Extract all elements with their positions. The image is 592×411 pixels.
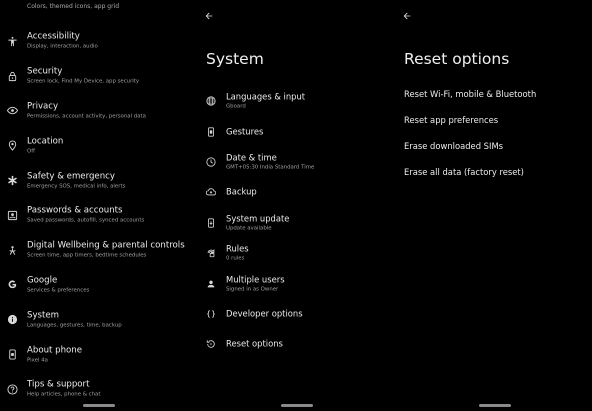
system-item-multiple-users[interactable]: Multiple users Signed in as Owner [198, 268, 395, 298]
system-item-subtitle: Signed in as Owner [226, 286, 279, 293]
system-item-subtitle: 0 rules [226, 255, 245, 262]
settings-item-title: Digital Wellbeing & parental controls [27, 240, 185, 251]
gesture-nav-bar[interactable] [82, 404, 115, 407]
settings-item-system[interactable]: System Languages, gestures, time, backup [0, 302, 197, 337]
settings-item-location[interactable]: Location Off [0, 128, 197, 163]
settings-item-subtitle: Off [27, 148, 35, 155]
settings-item-title: Privacy [27, 101, 59, 112]
reset-app-preferences[interactable]: Reset app preferences [404, 107, 589, 133]
settings-panel: Colors, themed icons, app grid Accessibi… [0, 0, 197, 411]
back-arrow-icon[interactable] [203, 10, 215, 22]
system-item-title: Multiple users [226, 274, 285, 285]
settings-item-subtitle: Permissions, account activity, personal … [27, 113, 146, 120]
settings-item-about-phone[interactable]: About phone Pixel 4a [0, 337, 197, 372]
account-box-icon [5, 208, 19, 222]
settings-item-digital-wellbeing[interactable]: Digital Wellbeing & parental controls Sc… [0, 233, 197, 268]
system-list: Languages & input Gboard Gestures Date &… [198, 86, 395, 360]
settings-list: Accessibility Display, interaction, audi… [0, 24, 197, 407]
location-pin-icon [5, 139, 19, 153]
settings-item-subtitle: Display, interaction, audio [27, 43, 98, 50]
system-item-title: Gestures [226, 126, 264, 137]
reset-wifi-mobile-bluetooth[interactable]: Reset Wi-Fi, mobile & Bluetooth [404, 81, 589, 107]
reset-options-panel: Reset options Reset Wi-Fi, mobile & Blue… [396, 0, 592, 411]
settings-item-title: About phone [27, 345, 83, 356]
settings-item-title: Safety & emergency [27, 171, 115, 182]
system-item-subtitle: GMT+05:30 India Standard Time [226, 164, 315, 171]
system-item-title: Rules [226, 243, 249, 254]
wallpaper-style-subtitle: Colors, themed icons, app grid [27, 3, 120, 10]
system-item-languages-input[interactable]: Languages & input Gboard [198, 86, 395, 116]
phone-icon [5, 348, 19, 362]
page-title: Reset options [404, 50, 510, 68]
system-item-rules[interactable]: Rules 0 rules [198, 238, 395, 268]
system-item-title: Developer options [226, 308, 303, 319]
lock-icon [5, 69, 19, 83]
system-item-title: Date & time [226, 152, 277, 163]
settings-item-title: System [27, 310, 60, 321]
info-icon [5, 313, 19, 327]
settings-item-subtitle: Languages, gestures, time, backup [27, 322, 122, 329]
erase-downloaded-sims[interactable]: Erase downloaded SIMs [404, 133, 589, 159]
settings-item-title: Location [27, 136, 64, 147]
system-item-title: Languages & input [226, 91, 306, 102]
clock-icon [204, 155, 218, 169]
reset-icon [204, 337, 218, 351]
gesture-nav-bar[interactable] [478, 404, 511, 407]
code-braces-icon [204, 307, 218, 321]
settings-item-tips-support[interactable]: Tips & support Help articles, phone & ch… [0, 372, 197, 407]
factory-reset[interactable]: Erase all data (factory reset) [404, 159, 589, 185]
back-arrow-icon[interactable] [401, 10, 413, 22]
settings-item-subtitle: Emergency SOS, medical info, alerts [27, 183, 126, 190]
gesture-phone-icon [204, 125, 218, 139]
globe-icon [204, 94, 218, 108]
settings-item-accessibility[interactable]: Accessibility Display, interaction, audi… [0, 24, 197, 59]
settings-item-privacy[interactable]: Privacy Permissions, account activity, p… [0, 94, 197, 129]
settings-item-subtitle: Pixel 4a [27, 357, 48, 364]
system-item-subtitle: Gboard [226, 103, 246, 110]
settings-item-subtitle: Screen time, app timers, bedtime schedul… [27, 252, 147, 259]
settings-item-subtitle: Help articles, phone & chat [27, 391, 101, 398]
settings-item-passwords-accounts[interactable]: Passwords & accounts Saved passwords, au… [0, 198, 197, 233]
settings-item-safety-emergency[interactable]: Safety & emergency Emergency SOS, medica… [0, 163, 197, 198]
system-update-icon [204, 216, 218, 230]
page-title: System [206, 50, 264, 68]
settings-item-google[interactable]: Google Services & preferences [0, 268, 197, 303]
system-item-date-time[interactable]: Date & time GMT+05:30 India Standard Tim… [198, 147, 395, 177]
system-item-title: Backup [226, 186, 257, 197]
system-item-developer-options[interactable]: Developer options [198, 299, 395, 329]
system-item-backup[interactable]: Backup [198, 177, 395, 207]
wellbeing-icon [5, 243, 19, 257]
system-item-title: Reset options [226, 338, 283, 349]
system-item-title: System update [226, 213, 290, 224]
settings-item-subtitle: Saved passwords, autofill, synced accoun… [27, 217, 145, 224]
settings-item-title: Tips & support [27, 379, 90, 390]
eye-icon [5, 104, 19, 118]
rules-icon [204, 246, 218, 260]
settings-item-subtitle: Services & preferences [27, 287, 90, 294]
system-item-subtitle: Update available [226, 225, 272, 232]
gesture-nav-bar[interactable] [280, 404, 313, 407]
accessibility-icon [5, 34, 19, 48]
google-icon [5, 278, 19, 292]
settings-item-title: Google [27, 275, 58, 286]
users-icon [204, 277, 218, 291]
settings-item-title: Security [27, 66, 63, 77]
help-icon [5, 382, 19, 396]
system-item-system-update[interactable]: System update Update available [198, 208, 395, 238]
system-item-reset-options[interactable]: Reset options [198, 329, 395, 359]
settings-item-title: Accessibility [27, 31, 80, 42]
system-panel: System Languages & input Gboard Gestures [198, 0, 395, 411]
settings-item-title: Passwords & accounts [27, 205, 123, 216]
cloud-backup-icon [204, 185, 218, 199]
asterisk-icon [5, 174, 19, 188]
system-item-gestures[interactable]: Gestures [198, 116, 395, 146]
reset-options-list: Reset Wi-Fi, mobile & Bluetooth Reset ap… [404, 81, 589, 185]
settings-item-security[interactable]: Security Screen lock, Find My Device, ap… [0, 59, 197, 94]
settings-item-subtitle: Screen lock, Find My Device, app securit… [27, 78, 140, 85]
